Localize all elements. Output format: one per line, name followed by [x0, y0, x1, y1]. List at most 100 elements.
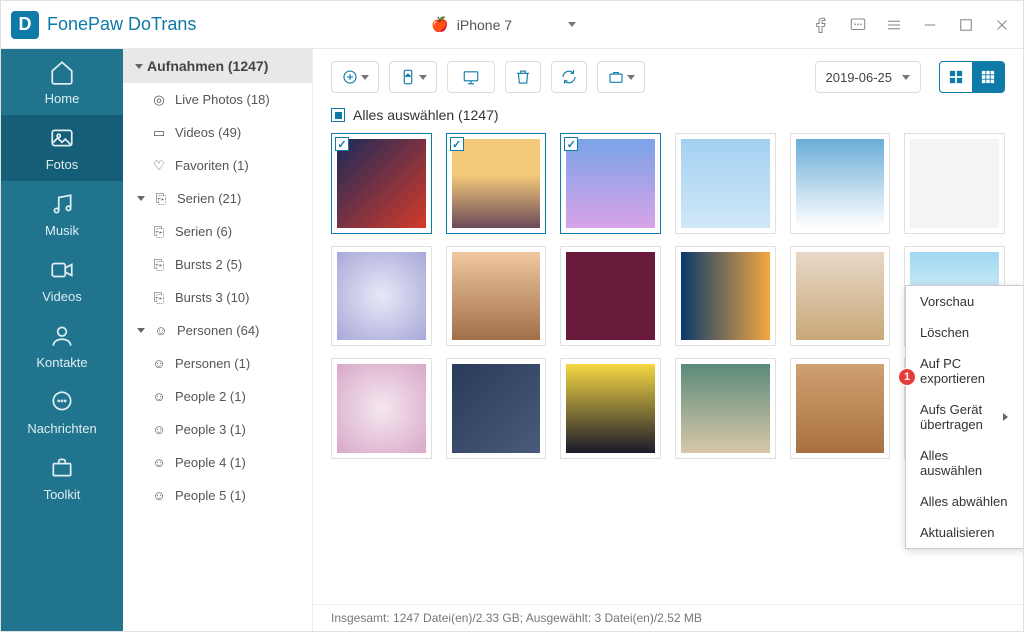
tree-personen[interactable]: ☺Personen (1)	[123, 347, 312, 380]
tree-people3[interactable]: ☺People 3 (1)	[123, 413, 312, 446]
more-tools-button[interactable]	[597, 61, 645, 93]
sidebar-item-fotos[interactable]: Fotos	[1, 115, 123, 181]
tree-livephotos[interactable]: ◎Live Photos (18)	[123, 83, 312, 116]
view-large-grid[interactable]	[940, 62, 972, 92]
ctx-export-pc[interactable]: Auf PC exportieren	[906, 348, 1023, 394]
device-name: iPhone 7	[457, 17, 512, 33]
sidebar-item-musik[interactable]: Musik	[1, 181, 123, 247]
thumbnail[interactable]	[446, 358, 547, 459]
app-title: FonePaw DoTrans	[47, 14, 196, 35]
thumbnail-image	[796, 139, 885, 228]
thumbnail-checkbox[interactable]	[450, 137, 464, 151]
series-icon: ⎘	[151, 225, 167, 239]
chevron-down-icon	[627, 75, 635, 80]
thumbnail[interactable]	[560, 133, 661, 234]
thumbnail-image	[452, 252, 541, 341]
tree-label: People 3 (1)	[175, 422, 246, 437]
sidebar-label: Fotos	[46, 157, 79, 172]
tree-videos[interactable]: ▭Videos (49)	[123, 116, 312, 149]
titlebar: D FonePaw DoTrans 🍎 iPhone 7	[1, 1, 1023, 49]
tree-label: Personen (64)	[177, 323, 259, 338]
tree-label: Serien (21)	[177, 191, 241, 206]
facebook-icon[interactable]	[811, 14, 833, 36]
thumbnail-image	[681, 252, 770, 341]
select-all-checkbox[interactable]	[331, 108, 345, 122]
feedback-icon[interactable]	[847, 14, 869, 36]
date-filter[interactable]: 2019-06-25	[815, 61, 922, 93]
minimize-button[interactable]	[919, 14, 941, 36]
tree-people2[interactable]: ☺People 2 (1)	[123, 380, 312, 413]
tree-people5[interactable]: ☺People 5 (1)	[123, 479, 312, 512]
thumbnail-checkbox[interactable]	[564, 137, 578, 151]
status-text: Insgesamt: 1247 Datei(en)/2.33 GB; Ausge…	[331, 611, 702, 625]
sidebar-item-home[interactable]: Home	[1, 49, 123, 115]
thumbnail-checkbox[interactable]	[335, 137, 349, 151]
thumbnail-image	[566, 252, 655, 341]
view-small-grid[interactable]	[972, 62, 1004, 92]
ctx-preview[interactable]: Vorschau	[906, 286, 1023, 317]
tree-aufnahmen[interactable]: Aufnahmen (1247)	[123, 49, 312, 83]
select-all-row[interactable]: Alles auswählen (1247)	[313, 101, 1023, 133]
thumbnail[interactable]	[560, 358, 661, 459]
apple-icon: 🍎	[431, 16, 448, 33]
thumbnail[interactable]	[675, 133, 776, 234]
device-selector[interactable]: 🍎 iPhone 7	[411, 12, 596, 37]
add-button[interactable]	[331, 61, 379, 93]
ctx-deselect-all[interactable]: Alles abwählen	[906, 486, 1023, 517]
tree-serien-group[interactable]: ⎘Serien (21)	[123, 182, 312, 215]
tree-bursts3[interactable]: ⎘Bursts 3 (10)	[123, 281, 312, 314]
sidebar-item-nachrichten[interactable]: Nachrichten	[1, 379, 123, 445]
tree-label: Serien (6)	[175, 224, 232, 239]
thumbnail[interactable]	[331, 246, 432, 347]
thumbnail[interactable]	[904, 133, 1005, 234]
export-pc-button[interactable]	[447, 61, 495, 93]
thumbnail[interactable]	[560, 246, 661, 347]
ctx-delete[interactable]: Löschen	[906, 317, 1023, 348]
select-all-label: Alles auswählen (1247)	[353, 107, 499, 123]
sidebar-item-toolkit[interactable]: Toolkit	[1, 445, 123, 511]
sidebar-label: Toolkit	[44, 487, 81, 502]
thumbnail[interactable]	[675, 246, 776, 347]
tree-people4[interactable]: ☺People 4 (1)	[123, 446, 312, 479]
thumbnail[interactable]	[790, 246, 891, 347]
menu-icon[interactable]	[883, 14, 905, 36]
context-menu: Vorschau Löschen Auf PC exportieren Aufs…	[905, 285, 1023, 549]
ctx-select-all[interactable]: Alles auswählen	[906, 440, 1023, 486]
category-tree: Aufnahmen (1247) ◎Live Photos (18) ▭Vide…	[123, 49, 313, 631]
sidebar-label: Nachrichten	[27, 421, 96, 436]
sidebar-label: Home	[45, 91, 80, 106]
ctx-transfer-device[interactable]: Aufs Gerät übertragen	[906, 394, 1023, 440]
view-toggle	[939, 61, 1005, 93]
content-pane: 2019-06-25 Alles auswählen (1247) Insges…	[313, 49, 1023, 631]
thumbnail[interactable]	[446, 246, 547, 347]
delete-button[interactable]	[505, 61, 541, 93]
thumbnail[interactable]	[790, 358, 891, 459]
chevron-right-icon	[1003, 413, 1008, 421]
tree-bursts2[interactable]: ⎘Bursts 2 (5)	[123, 248, 312, 281]
tree-label: People 2 (1)	[175, 389, 246, 404]
thumbnail[interactable]	[446, 133, 547, 234]
ctx-refresh[interactable]: Aktualisieren	[906, 517, 1023, 548]
thumbnail[interactable]	[331, 358, 432, 459]
export-device-button[interactable]	[389, 61, 437, 93]
tree-serien[interactable]: ⎘ Serien (6)	[123, 215, 312, 248]
maximize-button[interactable]	[955, 14, 977, 36]
thumbnail-image	[452, 364, 541, 453]
tree-label: Live Photos (18)	[175, 92, 270, 107]
sidebar: Home Fotos Musik Videos Kontakte Nachric…	[1, 49, 123, 631]
tree-label: People 4 (1)	[175, 455, 246, 470]
music-icon	[49, 191, 75, 217]
thumbnail[interactable]	[331, 133, 432, 234]
thumbnail[interactable]	[790, 133, 891, 234]
refresh-button[interactable]	[551, 61, 587, 93]
sidebar-item-kontakte[interactable]: Kontakte	[1, 313, 123, 379]
tree-favoriten[interactable]: ♡Favoriten (1)	[123, 149, 312, 182]
chevron-down-icon	[902, 75, 910, 80]
chevron-down-icon	[135, 64, 143, 69]
sidebar-item-videos[interactable]: Videos	[1, 247, 123, 313]
tree-personen-group[interactable]: ☺Personen (64)	[123, 314, 312, 347]
annotation-badge-1: 1	[898, 368, 916, 386]
close-button[interactable]	[991, 14, 1013, 36]
app-logo-icon: D	[11, 11, 39, 39]
thumbnail[interactable]	[675, 358, 776, 459]
